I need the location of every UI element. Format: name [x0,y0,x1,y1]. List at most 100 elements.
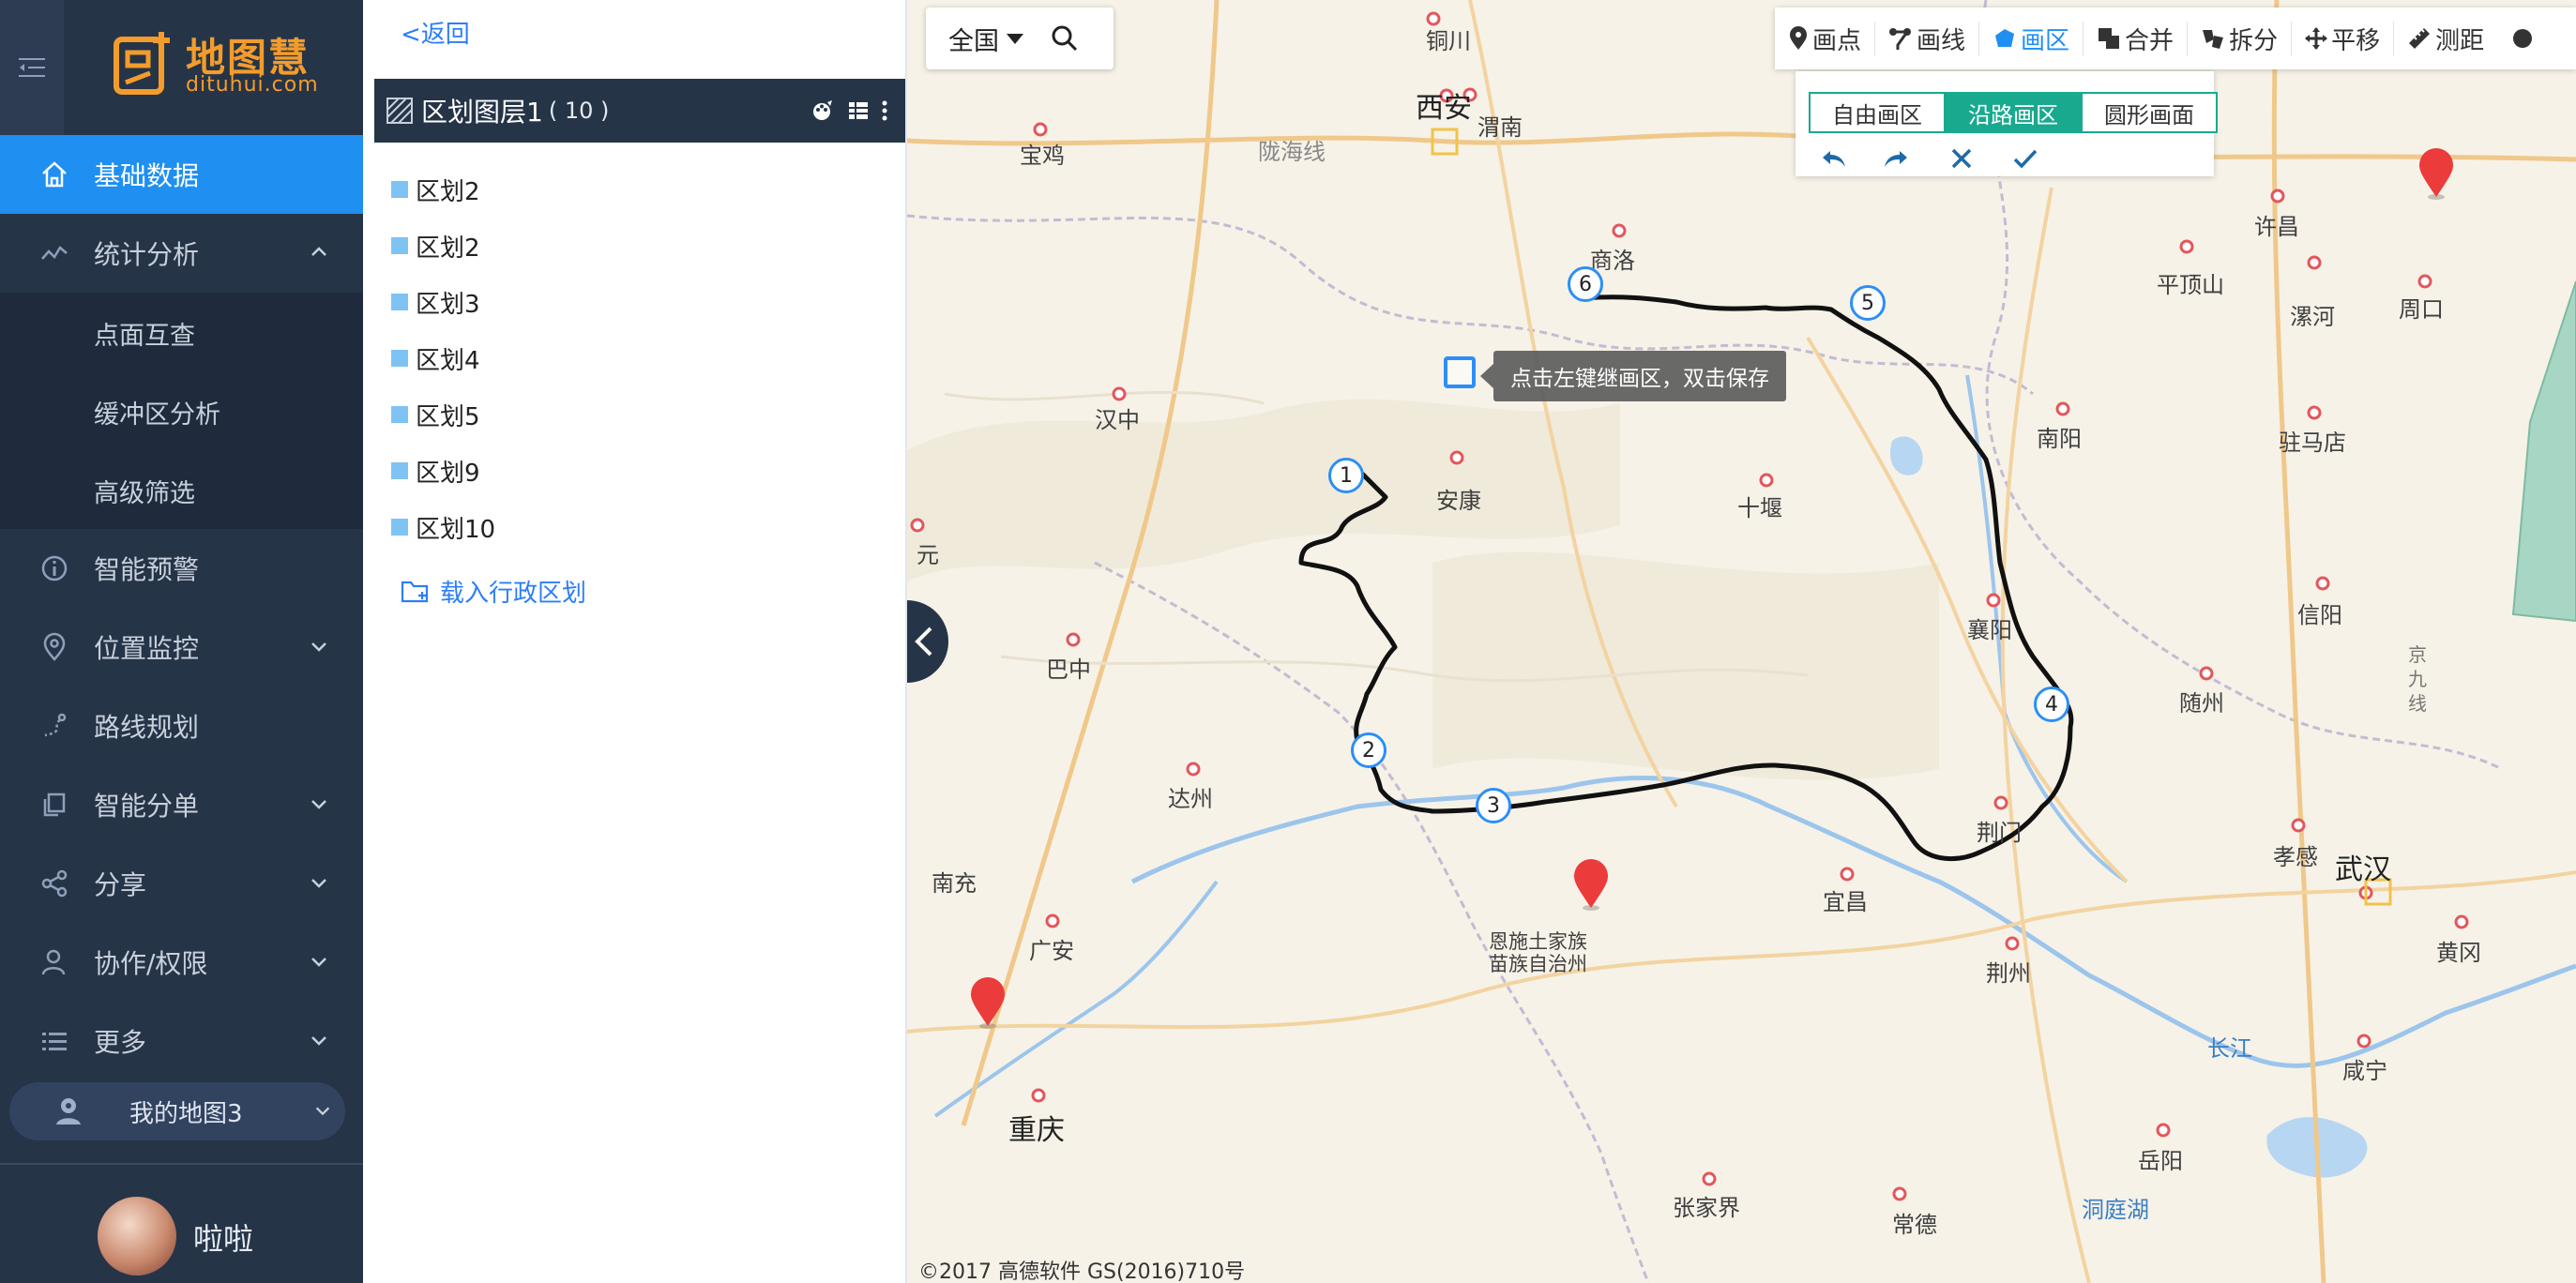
load-admin-regions-button[interactable]: 载入行政区划 [401,574,586,609]
sidebar-item-location[interactable]: 位置监控 [0,608,363,687]
route-icon [36,707,73,745]
sidebar-item-basic-data[interactable]: 基础数据 [0,135,363,214]
sidebar-item-permission[interactable]: 协作/权限 [0,923,363,1002]
folder-add-icon [401,581,429,602]
submenu-item-advanced-filter[interactable]: 高级筛选 [94,473,195,509]
map-label: 漯河 [2290,304,2335,330]
check-icon [2013,149,2038,169]
map-marker-icon[interactable] [2417,148,2455,201]
polygon-vertex[interactable]: 5 [1850,285,1886,321]
sidebar-item-dispatch[interactable]: 智能分单 [0,765,363,844]
sidebar-item-route[interactable]: 路线规划 [0,687,363,765]
confirm-button[interactable] [2009,143,2041,174]
back-link[interactable]: <返回 [401,15,470,50]
undo-icon [1823,151,1845,167]
avatar[interactable] [98,1197,176,1275]
mode-free-draw[interactable]: 自由画区 [1809,92,1946,133]
map-label: 信阳 [2297,602,2342,628]
search-icon[interactable] [1050,23,1080,53]
submenu-item-buffer[interactable]: 缓冲区分析 [94,394,220,430]
region-select[interactable]: 全国 [948,21,1025,57]
region-item[interactable]: 区划4 [391,340,480,377]
collapse-menu-button[interactable] [0,0,64,135]
settings-icon[interactable] [2510,26,2535,51]
polygon-vertex[interactable]: 4 [2034,687,2069,722]
sidebar-item-label: 智能分单 [94,791,200,822]
map-label: 苗族自治州 [1489,953,1587,975]
tool-label: 合并 [2125,26,2174,55]
map-label: 许昌 [2254,214,2299,240]
layer-hatch-icon [386,98,413,124]
map-marker-icon[interactable] [969,977,1007,1030]
logo-icon [114,32,170,95]
map-marker-icon[interactable] [1572,859,1610,912]
chevron-down-icon [311,879,326,888]
cancel-button[interactable] [1946,143,1977,174]
tool-merge[interactable]: 合并 [2097,21,2189,56]
tool-label: 拆分 [2229,26,2279,55]
region-item[interactable]: 区划2 [391,171,480,208]
tool-draw-point[interactable]: 画点 [1788,21,1876,56]
user-name[interactable]: 啦啦 [193,1215,253,1259]
tool-pan[interactable]: 平移 [2305,21,2395,56]
region-color-swatch [391,462,408,479]
table-icon[interactable] [847,99,870,122]
pin-icon [1790,26,1807,50]
map-label: 荆州 [1986,960,2031,987]
tool-measure[interactable]: 测距 [2407,22,2497,56]
logo[interactable]: 地图慧 dituhui.com [113,26,319,105]
polygon-vertex[interactable]: 1 [1328,458,1364,493]
polygon-vertex[interactable]: 2 [1351,732,1386,768]
region-label: 区划3 [416,290,480,319]
chevron-down-icon [311,800,326,809]
tool-draw-area[interactable]: 画区 [1993,21,2084,56]
tool-label: 画点 [1812,26,1862,55]
tool-label: 测距 [2435,26,2485,55]
map-label: 常德 [1892,1212,1937,1238]
region-label: 区划4 [416,346,480,375]
region-item[interactable]: 区划3 [391,283,480,321]
sidebar-item-warning[interactable]: 智能预警 [0,529,363,608]
region-color-swatch [391,406,408,423]
polygon-vertex[interactable]: 3 [1476,788,1511,823]
region-item[interactable]: 区划5 [391,396,480,433]
more-vertical-icon[interactable] [873,99,896,122]
polyline-icon [1889,28,1912,50]
map-label: 西安 [1416,92,1472,125]
mode-circle-draw[interactable]: 圆形画面 [2081,92,2218,133]
tool-label: 画线 [1917,26,1966,55]
tool-draw-line[interactable]: 画线 [1888,21,1980,56]
palette-icon[interactable] [811,99,834,122]
merge-icon [2099,28,2120,49]
map-label: 平顶山 [2157,272,2224,298]
sidebar-item-share[interactable]: 分享 [0,844,363,923]
region-color-swatch [391,519,408,536]
layer-header[interactable]: 区划图层1 ( 10 ) [374,79,905,143]
map-label: 长江 [2207,1035,2252,1062]
map-label: 元 [917,542,939,568]
map-label: 安康 [1436,488,1481,514]
caret-down-icon [1007,34,1023,44]
region-item[interactable]: 区划10 [391,508,495,546]
map-canvas[interactable]: 铜川 西安 渭南 宝鸡 陇海线 商洛 许昌 平顶山 漯河 周口 汉中 安康 十堰… [907,0,2576,1283]
undo-button[interactable] [1818,143,1850,174]
mode-road-draw[interactable]: 沿路画区 [1944,92,2083,133]
region-item[interactable]: 区划2 [391,227,480,264]
chevron-down-icon [311,958,326,967]
chevron-up-icon [311,247,326,256]
map-search-box[interactable]: 全国 [926,8,1114,69]
map-label: 荆门 [1977,820,2022,846]
my-map-selector[interactable]: 我的地图3 [9,1082,345,1140]
load-admin-label: 载入行政区划 [440,580,587,608]
tool-split[interactable]: 拆分 [2201,21,2293,56]
region-item[interactable]: 区划9 [391,452,480,490]
sidebar-item-statistics[interactable]: 统计分析 [0,214,363,293]
submenu-item-point-area[interactable]: 点面互查 [94,315,195,352]
map-label: 驻马店 [2279,430,2346,456]
map-label: 黄冈 [2436,940,2481,966]
redo-button[interactable] [1880,143,1912,174]
location-pin-icon [36,628,73,666]
sidebar-item-more[interactable]: 更多 [0,1002,363,1080]
map-label: 南阳 [2037,426,2082,452]
polygon-vertex[interactable]: 6 [1568,266,1603,302]
